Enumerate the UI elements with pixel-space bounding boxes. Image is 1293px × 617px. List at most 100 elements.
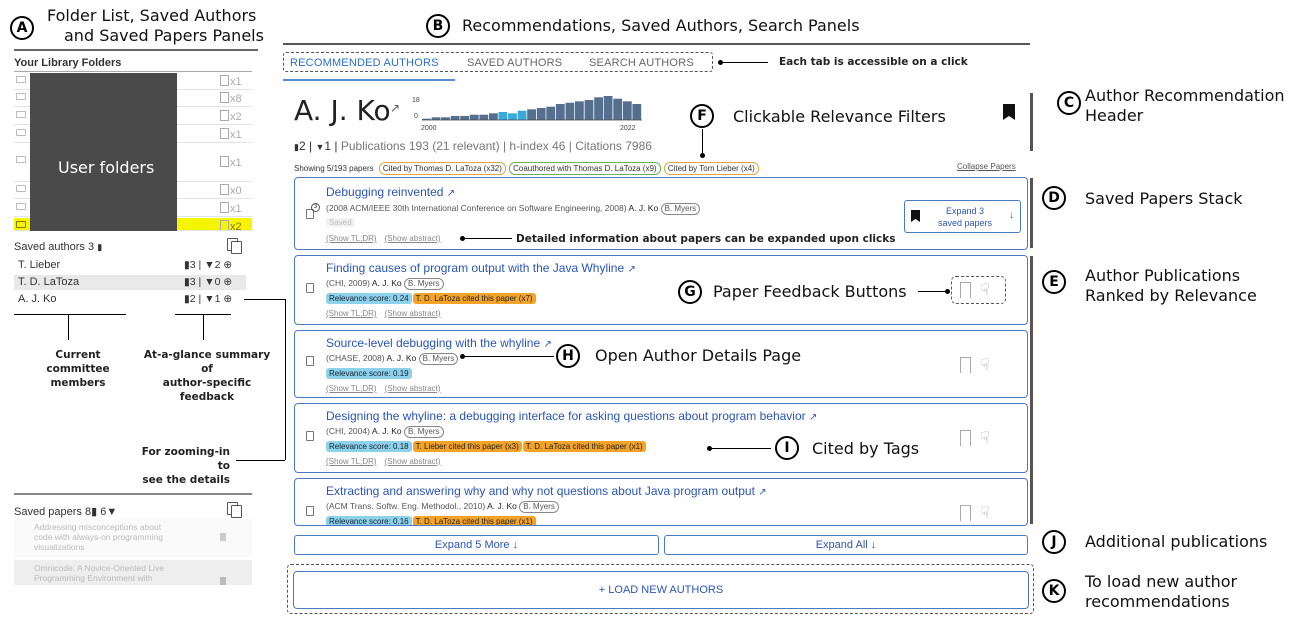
- collapse-papers-link[interactable]: Collapse Papers: [957, 162, 1016, 171]
- saved-paper-item[interactable]: Omnicode: A Novice-Oriented Live Programm…: [14, 560, 252, 585]
- zoom-note: For zooming-in to see the details: [141, 446, 230, 486]
- paper-card: Extracting and answering why and why not…: [294, 478, 1028, 526]
- user-folders-label: User folders: [58, 158, 155, 177]
- histogram-bar: [555, 104, 565, 120]
- annotation-f-text: Clickable Relevance Filters: [733, 107, 946, 126]
- annotation-d-text: Saved Papers Stack: [1085, 189, 1243, 208]
- paper-tags: Relevance score: 0.19: [326, 368, 413, 379]
- histogram-bar: [622, 101, 632, 120]
- folder-count: x8: [220, 92, 242, 105]
- load-new-authors-button[interactable]: + LOAD NEW AUTHORS: [293, 571, 1029, 609]
- saved-paper-item[interactable]: Addressing misconceptions about code with…: [14, 519, 252, 557]
- saved-author-row[interactable]: A. J. Ko ▮2 | ▼1 ⊕: [14, 292, 246, 307]
- histogram-bar: [460, 116, 470, 120]
- paper-title[interactable]: Extracting and answering why and why not…: [326, 484, 767, 498]
- folder-icon: [16, 129, 26, 136]
- annotation-f-marker: F: [690, 104, 714, 128]
- folder-count: x0: [220, 184, 242, 197]
- paper-tags: Relevance score: 0.18 T. Lieber cited thi…: [326, 441, 647, 452]
- tab-saved-authors[interactable]: SAVED AUTHORS: [467, 57, 562, 69]
- histogram-bar: [479, 114, 489, 120]
- paper-icon: [306, 283, 314, 293]
- tab-search-authors[interactable]: SEARCH AUTHORS: [589, 57, 694, 69]
- active-tab-underline: [283, 79, 455, 81]
- annotation-i-marker: I: [775, 436, 799, 460]
- paper-meta: (ACM Trans. Softw. Eng. Methodol., 2010)…: [326, 501, 559, 513]
- folder-count: x1: [220, 202, 242, 215]
- filter-chip[interactable]: Cited by Thomas D. LaToza (x32): [378, 162, 506, 175]
- thumbs-down-icon[interactable]: ☟: [980, 503, 990, 522]
- filter-chip[interactable]: Coauthored with Thomas D. LaToza (x9): [509, 162, 661, 175]
- histogram-bar: [565, 102, 575, 120]
- library-folders-title: Your Library Folders: [14, 57, 122, 69]
- annotation-j-marker: J: [1042, 530, 1066, 554]
- histogram-bar: [594, 97, 603, 120]
- histogram-bar: [536, 108, 546, 120]
- save-paper-bookmark-icon[interactable]: [960, 430, 971, 446]
- filter-chip[interactable]: Cited by Tom Lieber (x4): [663, 162, 759, 175]
- histogram-bar: [546, 106, 556, 120]
- histogram-bar: [489, 113, 498, 120]
- paper-title[interactable]: Finding causes of program output with th…: [326, 261, 636, 275]
- expand-all-button[interactable]: Expand All ↓: [664, 535, 1028, 555]
- hist-zero-label: 0: [414, 113, 418, 120]
- annotation-b-text: Recommendations, Saved Authors, Search P…: [462, 16, 860, 35]
- histogram-bar: [469, 114, 479, 120]
- paper-tags: Relevance score: 0.24 T. D. LaToza cited …: [326, 293, 537, 304]
- annotation-d-marker: D: [1042, 186, 1066, 210]
- folder-icon: [16, 203, 26, 210]
- annotation-a-marker: A: [10, 16, 34, 40]
- folder-icon: [16, 93, 26, 100]
- paper-icon: [306, 431, 314, 441]
- annotation-k-line1: To load new author: [1085, 572, 1238, 591]
- redacted-folder-names: [30, 73, 177, 231]
- save-paper-bookmark-icon[interactable]: [960, 505, 971, 521]
- tab-recommended-authors[interactable]: RECOMMENDED AUTHORS: [290, 57, 439, 69]
- paper-meta: (CHI, 2009) A. J. Ko B. Myers: [326, 278, 444, 290]
- paper-links: (Show TL;DR) (Show abstract): [326, 384, 441, 393]
- annotation-k-marker: K: [1042, 579, 1066, 603]
- thumbs-down-icon[interactable]: ☟: [980, 280, 990, 299]
- annotation-i-text: Cited by Tags: [812, 439, 920, 458]
- histogram-bar: [613, 98, 623, 120]
- histogram-bar: [498, 112, 508, 120]
- external-link-icon[interactable]: ↗: [390, 101, 400, 115]
- save-paper-bookmark-icon[interactable]: [960, 357, 971, 373]
- histogram-bar: [450, 116, 460, 120]
- paper-card: Finding causes of program output with th…: [294, 255, 1028, 325]
- folder-icon: [16, 111, 26, 118]
- histogram-bar: [575, 101, 584, 120]
- save-paper-bookmark-icon[interactable]: [960, 282, 971, 298]
- annotation-j-text: Additional publications: [1085, 532, 1268, 551]
- annotation-e-marker: E: [1042, 270, 1066, 294]
- paper-meta: (2008 ACM/IEEE 30th International Confer…: [326, 203, 701, 215]
- histogram-bar: [527, 109, 536, 120]
- saved-author-row[interactable]: T. Lieber ▮3 | ▼2 ⊕: [14, 258, 246, 273]
- paper-title[interactable]: Designing the whyline: a debugging inter…: [326, 409, 817, 423]
- save-author-bookmark-icon[interactable]: [1003, 104, 1015, 120]
- annotation-c-marker: C: [1057, 91, 1081, 115]
- histogram-bar: [517, 110, 527, 120]
- annotation-h-text: Open Author Details Page: [595, 346, 802, 365]
- paper-links: (Show TL;DR) (Show abstract): [326, 457, 441, 466]
- annotation-a-line2: and Saved Papers Panels: [64, 26, 264, 45]
- annotation-b-marker: B: [426, 14, 450, 38]
- paper-links: (Show TL;DR) (Show abstract): [326, 309, 441, 318]
- expand-saved-button[interactable]: Expand 3 saved papers ↓: [904, 200, 1021, 233]
- author-stats: ▮2 | ▼1 | Publications 193 (21 relevant)…: [294, 139, 652, 153]
- folder-icon: [16, 156, 26, 163]
- thumbs-down-icon[interactable]: ☟: [980, 428, 990, 447]
- hist-year-start: 2000: [421, 125, 437, 132]
- hist-year-end: 2022: [620, 125, 636, 132]
- paper-title[interactable]: Source-level debugging with the whyline …: [326, 336, 552, 350]
- paper-meta: (CHASE, 2008) A. J. Ko B. Myers: [326, 353, 459, 365]
- publication-histogram: [422, 96, 642, 121]
- paper-title[interactable]: Debugging reinvented ↗: [326, 185, 455, 199]
- author-name[interactable]: A. J. Ko: [294, 94, 391, 127]
- thumbs-down-icon[interactable]: ☟: [980, 355, 990, 374]
- paper-icon: [306, 356, 314, 366]
- folder-icon: [16, 221, 26, 228]
- histogram-bar: [431, 117, 441, 120]
- expand-more-button[interactable]: Expand 5 More ↓: [294, 535, 659, 555]
- saved-author-row[interactable]: T. D. LaToza ▮3 | ▼0 ⊕: [14, 275, 246, 290]
